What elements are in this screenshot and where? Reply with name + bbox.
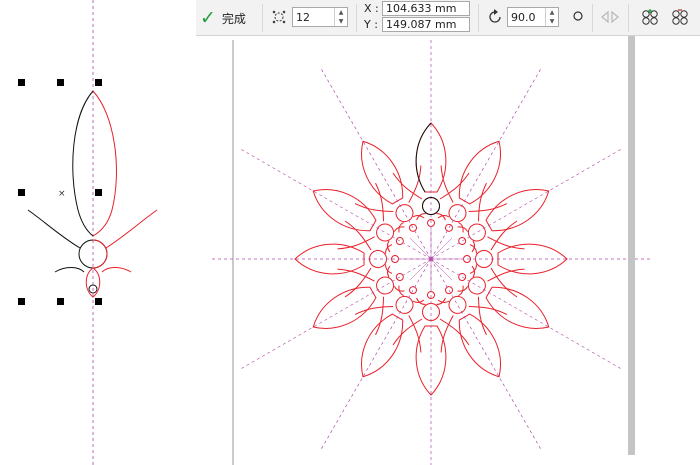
selection-handle[interactable] (18, 189, 25, 196)
rotational-copies-icon (270, 8, 288, 26)
selection-handle[interactable] (18, 79, 25, 86)
selection-handle[interactable] (95, 79, 102, 86)
decrement-arrow[interactable]: ▼ (335, 17, 347, 26)
rotate-icon (486, 8, 504, 26)
copies-count-value: 12 (296, 10, 310, 24)
toolbar-separator (628, 4, 629, 32)
original-object[interactable]: × (27, 0, 158, 465)
copies-count-stepper[interactable]: 12 ▲ ▼ (292, 7, 348, 27)
y-coordinate-label: Y : (364, 18, 378, 31)
toolbar-separator (592, 4, 593, 32)
drawing-canvas[interactable]: × (0, 0, 700, 465)
selection-handle[interactable] (95, 189, 102, 196)
svg-text:×: × (58, 189, 66, 199)
increment-arrow[interactable]: ▲ (335, 8, 347, 17)
selection-handle[interactable] (57, 298, 64, 305)
decrement-arrow[interactable]: ▼ (546, 17, 558, 26)
checkmark-icon: ✓ (200, 6, 216, 29)
toolbar-separator (262, 4, 263, 32)
rotation-angle-stepper[interactable]: 90.0 ▲ ▼ (507, 7, 559, 27)
increment-arrow[interactable]: ▲ (546, 8, 558, 17)
remove-object-icon[interactable] (670, 7, 690, 27)
add-object-icon[interactable] (640, 7, 660, 27)
x-coordinate-input[interactable]: 104.633 mm (382, 1, 470, 16)
selection-handle[interactable] (57, 79, 64, 86)
circle-mode-icon[interactable] (572, 10, 584, 22)
vertical-scrollbar[interactable] (628, 36, 635, 455)
done-label: 完成 (221, 11, 246, 26)
y-coordinate-input[interactable]: 149.087 mm (382, 17, 470, 32)
symmetry-flower[interactable] (210, 38, 652, 465)
mirror-icon[interactable] (600, 8, 620, 26)
toolbar-separator (478, 4, 479, 32)
done-button[interactable]: ✓ 完成 (200, 0, 258, 36)
selection-handle[interactable] (95, 298, 102, 305)
x-coordinate-label: X : (364, 2, 379, 15)
selection-handle[interactable] (18, 298, 25, 305)
toolbar-separator (356, 4, 357, 32)
rotation-angle-value: 90.0 (511, 10, 536, 24)
property-bar: ✓ 完成 12 ▲ ▼ X : 104.633 mm Y : 149.087 mm… (196, 0, 700, 36)
